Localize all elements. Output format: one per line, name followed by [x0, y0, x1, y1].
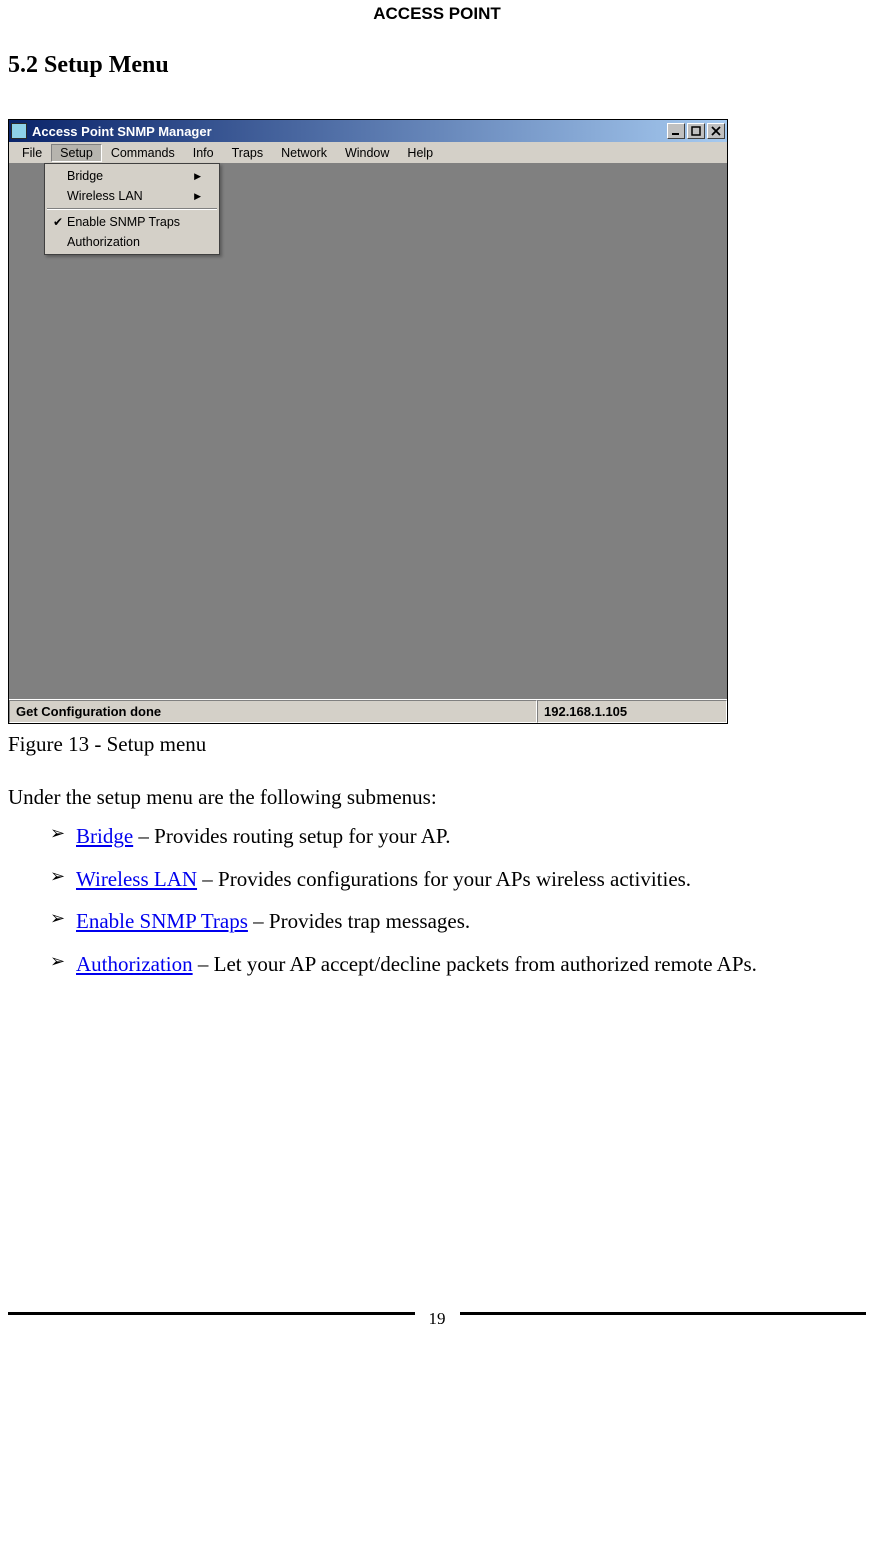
list-item: Enable SNMP Traps – Provides trap messag… [50, 905, 866, 938]
menubar: File Setup Commands Info Traps Network W… [9, 142, 727, 164]
link-authorization[interactable]: Authorization [76, 952, 193, 976]
window-title: Access Point SNMP Manager [32, 124, 212, 139]
footer-rule-left [8, 1312, 415, 1315]
page-number: 19 [415, 1309, 460, 1329]
dropdown-separator [47, 208, 217, 210]
menu-traps[interactable]: Traps [223, 144, 273, 162]
submenu-arrow-icon: ▶ [194, 191, 201, 202]
window-controls [667, 123, 727, 139]
intro-paragraph: Under the setup menu are the following s… [8, 785, 866, 810]
list-text: – Let your AP accept/decline packets fro… [193, 952, 757, 976]
menu-info[interactable]: Info [184, 144, 223, 162]
list-text: – Provides configurations for your APs w… [197, 867, 691, 891]
titlebar: Access Point SNMP Manager [9, 120, 727, 142]
page-footer: 19 [8, 1300, 866, 1326]
submenu-arrow-icon: ▶ [194, 171, 201, 182]
app-window: Access Point SNMP Manager File Setup Com… [8, 119, 728, 724]
list-item: Bridge – Provides routing setup for your… [50, 820, 866, 853]
dropdown-label: Enable SNMP Traps [67, 215, 201, 229]
status-message: Get Configuration done [9, 700, 537, 723]
menu-file[interactable]: File [13, 144, 51, 162]
menu-setup[interactable]: Setup [51, 144, 102, 162]
doc-header: ACCESS POINT [8, 4, 866, 24]
dropdown-label: Bridge [67, 169, 194, 183]
menu-window[interactable]: Window [336, 144, 398, 162]
dropdown-item-enable-snmp-traps[interactable]: ✔ Enable SNMP Traps [45, 212, 219, 232]
footer-rule-right [460, 1312, 867, 1315]
close-button[interactable] [707, 123, 725, 139]
menu-network[interactable]: Network [272, 144, 336, 162]
section-heading: 5.2 Setup Menu [8, 52, 866, 79]
figure-caption: Figure 13 - Setup menu [8, 732, 866, 757]
client-area: Bridge ▶ Wireless LAN ▶ ✔ Enable SNMP Tr… [9, 164, 727, 699]
dropdown-label: Authorization [67, 235, 201, 249]
submenu-list: Bridge – Provides routing setup for your… [8, 820, 866, 980]
list-text: – Provides routing setup for your AP. [133, 824, 450, 848]
list-text: – Provides trap messages. [248, 909, 470, 933]
link-wireless-lan[interactable]: Wireless LAN [76, 867, 197, 891]
menu-commands[interactable]: Commands [102, 144, 184, 162]
minimize-button[interactable] [667, 123, 685, 139]
status-ip: 192.168.1.105 [537, 700, 727, 723]
dropdown-item-authorization[interactable]: Authorization [45, 232, 219, 252]
link-bridge[interactable]: Bridge [76, 824, 133, 848]
setup-dropdown: Bridge ▶ Wireless LAN ▶ ✔ Enable SNMP Tr… [44, 163, 220, 255]
list-item: Wireless LAN – Provides configurations f… [50, 863, 866, 896]
dropdown-item-wireless-lan[interactable]: Wireless LAN ▶ [45, 186, 219, 206]
dropdown-label: Wireless LAN [67, 189, 194, 203]
dropdown-item-bridge[interactable]: Bridge ▶ [45, 166, 219, 186]
app-icon [11, 123, 27, 139]
statusbar: Get Configuration done 192.168.1.105 [9, 699, 727, 723]
list-item: Authorization – Let your AP accept/decli… [50, 948, 866, 981]
menu-help[interactable]: Help [398, 144, 442, 162]
link-enable-snmp-traps[interactable]: Enable SNMP Traps [76, 909, 248, 933]
checkmark-icon: ✔ [49, 215, 67, 229]
maximize-button[interactable] [687, 123, 705, 139]
